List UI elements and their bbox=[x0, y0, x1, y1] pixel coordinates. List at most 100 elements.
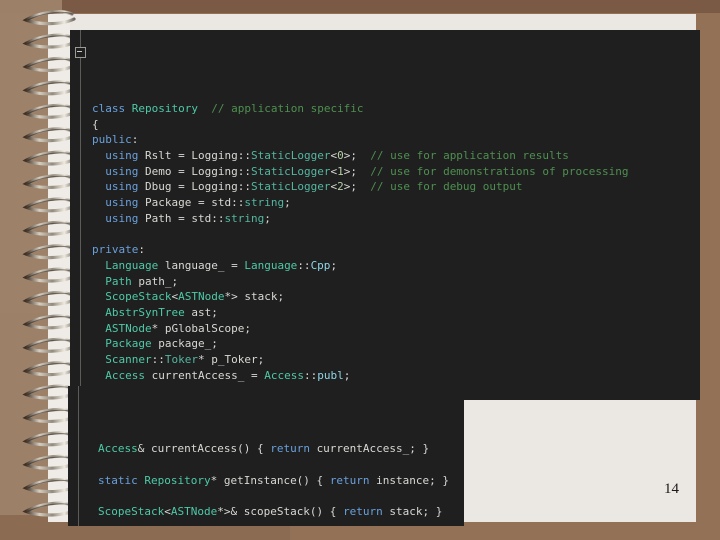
code-token: * p_Toker; bbox=[197, 353, 265, 367]
code-token: currentAccess_ = bbox=[145, 368, 265, 382]
code-token: Package bbox=[105, 337, 152, 351]
code-panel-accessor-methods: Access& currentAccess() { return current… bbox=[68, 386, 464, 526]
code-token: Logging bbox=[191, 180, 238, 194]
code-token: package_; bbox=[151, 337, 218, 351]
editor-gutter-line-2 bbox=[78, 386, 79, 526]
code-token: StaticLogger bbox=[250, 148, 331, 162]
code-token: :: bbox=[237, 180, 251, 194]
code-token: string bbox=[244, 196, 285, 210]
code-token: :: bbox=[237, 164, 251, 178]
code-token: :: bbox=[303, 368, 318, 382]
code-token: = bbox=[171, 148, 192, 162]
code-token: Toker bbox=[164, 353, 198, 367]
code-token: Logging bbox=[191, 164, 238, 178]
code-token: using bbox=[105, 148, 145, 162]
code-line: static Repository* getInstance() { retur… bbox=[68, 473, 464, 489]
code-token: *>& scopeStack() { bbox=[217, 504, 344, 518]
code-token: class bbox=[92, 101, 132, 115]
code-token: :: bbox=[151, 353, 165, 367]
code-token: Rslt bbox=[145, 148, 172, 162]
code-token: Logging bbox=[191, 148, 238, 162]
code-line: private: bbox=[70, 242, 700, 258]
code-token: // use for debug output bbox=[370, 180, 523, 194]
code-token: { bbox=[92, 117, 99, 131]
code-token: StaticLogger bbox=[250, 164, 331, 178]
code-token: Cpp bbox=[310, 258, 331, 272]
code-token: Dbug bbox=[145, 180, 172, 194]
code-line: Scanner::Toker* p_Toker; bbox=[70, 352, 700, 368]
code-token: currentAccess_; } bbox=[316, 442, 430, 456]
code-line: Path path_; bbox=[70, 274, 700, 290]
code-token: Package bbox=[145, 196, 192, 210]
code-line: ScopeStack<ASTNode*>& scopeStack() { ret… bbox=[68, 504, 464, 520]
code-token: using bbox=[105, 196, 145, 210]
code-token: 2 bbox=[337, 180, 344, 194]
code-token: 1 bbox=[337, 164, 344, 178]
code-token: Language bbox=[105, 258, 159, 272]
code-token: std bbox=[211, 196, 232, 210]
code-token: Scanner bbox=[105, 353, 152, 367]
code-token: = bbox=[171, 211, 192, 225]
code-token: = bbox=[171, 180, 192, 194]
code-token: Repository bbox=[131, 101, 198, 115]
code-token: :: bbox=[231, 196, 245, 210]
code-token: = bbox=[171, 164, 192, 178]
code-line: ScopeStack<ASTNode*> stack; bbox=[70, 289, 700, 305]
code-line: Language language_ = Language::Cpp; bbox=[70, 258, 700, 274]
code-token: ScopeStack bbox=[98, 504, 165, 518]
code-token: return bbox=[270, 442, 317, 456]
code-token: : bbox=[131, 133, 139, 147]
code-token: Path bbox=[105, 274, 132, 288]
code-token: Language bbox=[244, 258, 298, 272]
code-token: :: bbox=[297, 258, 311, 272]
code-token: < bbox=[164, 504, 171, 518]
code-line: using Rslt = Logging::StaticLogger<0>; /… bbox=[70, 148, 700, 164]
code-token: >; bbox=[343, 164, 371, 178]
code-token: ASTNode bbox=[105, 321, 152, 335]
code-token: = bbox=[191, 196, 212, 210]
code-token: public bbox=[92, 133, 132, 147]
code-token: : bbox=[138, 243, 145, 257]
editor-gutter-line bbox=[80, 30, 81, 400]
code-line: ASTNode* pGlobalScope; bbox=[70, 321, 700, 337]
code-token: Repository bbox=[144, 473, 211, 487]
code-line: using Path = std::string; bbox=[70, 211, 700, 227]
code-token: ; bbox=[330, 258, 338, 272]
code-token: ; bbox=[343, 368, 351, 382]
code-token: Access bbox=[98, 442, 138, 456]
code-token: ASTNode bbox=[170, 504, 218, 518]
code-token: & currentAccess() { bbox=[137, 442, 271, 456]
code-token: AbstrSynTree bbox=[105, 305, 185, 319]
code-token: Access bbox=[105, 368, 145, 382]
code-token: ; bbox=[264, 211, 271, 225]
code-line: Access& currentAccess() { return current… bbox=[68, 441, 464, 457]
page-number: 14 bbox=[664, 481, 679, 497]
collapse-toggle-icon[interactable] bbox=[75, 47, 86, 58]
code-token: using bbox=[105, 164, 145, 178]
code-token: // use for application results bbox=[370, 148, 569, 162]
code-token: using bbox=[105, 180, 145, 194]
code-token: path_; bbox=[131, 274, 179, 288]
code-line: class Repository // application specific bbox=[70, 101, 700, 117]
code-token: :: bbox=[211, 211, 225, 225]
code-line: AbstrSynTree ast; bbox=[70, 305, 700, 321]
code-token: language_ = bbox=[158, 258, 245, 272]
code-token: stack; } bbox=[389, 504, 443, 518]
code-token: Path bbox=[145, 211, 172, 225]
code-token: Access bbox=[264, 368, 304, 382]
code-line: using Dbug = Logging::StaticLogger<2>; /… bbox=[70, 179, 700, 195]
code-token: instance; } bbox=[376, 473, 450, 487]
code-token: private bbox=[92, 243, 139, 257]
